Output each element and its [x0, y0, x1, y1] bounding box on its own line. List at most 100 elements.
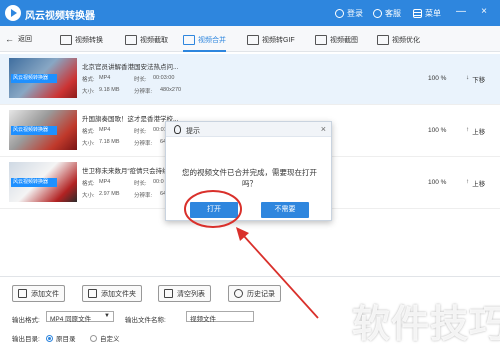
add-file-icon [18, 289, 27, 298]
thumbnail-caption: 风云视频转换器 [11, 126, 57, 135]
radio-custom-dir[interactable]: 自定义 [90, 333, 120, 343]
video-gif-icon [247, 35, 259, 45]
video-thumbnail: 风云视频转换器 [9, 58, 77, 98]
list-item[interactable]: 风云视频转换器 北京官员讲解香港国安法热点问... 格式: MP4 时长: 00… [0, 54, 500, 105]
duration-label: 时长: [134, 181, 147, 187]
output-format-label: 输出格式: [12, 317, 40, 324]
menu-icon [413, 9, 422, 18]
file-name: 北京官员讲解香港国安法热点问... [82, 64, 179, 71]
dialog-header: 提示 × [166, 122, 331, 137]
move-up-button[interactable]: ↑ 上移 [466, 126, 485, 136]
minimize-button[interactable]: — [455, 6, 467, 18]
dialog-close-button[interactable]: × [321, 124, 326, 134]
progress-percent: 100 % [428, 179, 447, 186]
format-value: MP4 [99, 179, 111, 185]
history-button[interactable]: 历史记录 [228, 285, 281, 302]
watermark: 软件技巧 [352, 304, 500, 346]
size-label: 大小: [82, 141, 95, 147]
tab-video-clip-label: 视频截取 [140, 37, 168, 44]
video-convert-icon [60, 35, 72, 45]
format-label: 格式: [82, 181, 95, 187]
output-dir-label: 输出目录: [12, 336, 40, 343]
support-link[interactable]: 客服 [373, 8, 401, 19]
chevron-down-icon: ▼ [104, 313, 110, 319]
back-arrow-icon: ← [5, 34, 14, 44]
tab-video-optimize-label: 视频优化 [392, 37, 420, 44]
resolution-value: 480x270 [160, 87, 182, 93]
duration-label: 时长: [134, 77, 147, 83]
radio-original-dir-label: 原目录 [56, 336, 76, 343]
app-title: 风云视频转换器 [25, 11, 95, 22]
merge-complete-dialog: 提示 × 您的视频文件已合并完成，需要现在打开 吗？ 打开 不需要 [165, 121, 332, 221]
output-format-select[interactable]: MP4 同原文件 ▼ [46, 311, 114, 323]
arrow-up-icon: ↑ [466, 178, 470, 185]
radio-unselected-icon [90, 334, 97, 342]
open-button[interactable]: 打开 [190, 202, 238, 218]
video-screenshot-icon [315, 35, 327, 45]
app-logo-icon [5, 5, 21, 21]
add-file-label: 添加文件 [31, 290, 59, 298]
tool-bar: ← 返回 视频转换 视频截取 视频合并 视频转GIF 视频截图 视频优化 [0, 26, 500, 52]
menu-label: 菜单 [425, 9, 441, 18]
history-label: 历史记录 [247, 290, 275, 298]
support-label: 客服 [385, 9, 401, 18]
arrow-up-icon: ↑ [466, 126, 470, 133]
video-thumbnail: 风云视频转换器 [9, 162, 77, 202]
duration-value: 00:0 [153, 179, 164, 185]
history-icon [234, 289, 243, 298]
tab-video-optimize[interactable]: 视频优化 [377, 32, 420, 48]
move-up-label: 上移 [472, 181, 486, 188]
tab-video-convert[interactable]: 视频转换 [60, 32, 103, 48]
not-needed-button[interactable]: 不需要 [261, 202, 309, 218]
close-window-button[interactable]: × [478, 6, 490, 18]
size-value: 9.18 MB [99, 87, 120, 93]
size-value: 7.18 MB [99, 139, 120, 145]
tab-video-screenshot-label: 视频截图 [330, 37, 358, 44]
title-bar: 风云视频转换器 登录 客服 菜单 — × [0, 0, 500, 26]
login-link[interactable]: 登录 [335, 8, 363, 19]
arrow-down-icon: ↓ [466, 74, 470, 81]
tab-video-convert-label: 视频转换 [75, 37, 103, 44]
progress-percent: 100 % [428, 75, 447, 82]
resolution-label: 分辨率: [134, 141, 153, 147]
tab-video-gif-label: 视频转GIF [262, 37, 295, 44]
file-name: 世卫称未来数月“疫情只会持续... [82, 168, 175, 175]
radio-custom-dir-label: 自定义 [100, 336, 120, 343]
move-down-button[interactable]: ↓ 下移 [466, 74, 485, 84]
format-label: 格式: [82, 129, 95, 135]
format-value: MP4 [99, 127, 111, 133]
radio-selected-icon [46, 334, 53, 342]
output-name-value: 视频文件 [190, 316, 216, 323]
login-label: 登录 [347, 9, 363, 18]
tab-video-merge-label: 视频合并 [198, 37, 226, 44]
video-optimize-icon [377, 35, 389, 45]
move-up-label: 上移 [472, 129, 486, 136]
output-name-input[interactable]: 视频文件 [186, 311, 254, 323]
format-value: MP4 [99, 75, 111, 81]
menu-link[interactable]: 菜单 [413, 8, 441, 19]
move-up-button[interactable]: ↑ 上移 [466, 178, 485, 188]
dialog-title: 提示 [186, 128, 200, 135]
add-folder-icon [88, 289, 97, 298]
format-label: 格式: [82, 77, 95, 83]
file-name: 升国旗奏国歌！这才是香港学校... [82, 116, 179, 123]
size-value: 2.97 MB [99, 191, 120, 197]
tab-video-clip[interactable]: 视频截取 [125, 32, 168, 48]
resolution-label: 分辨率: [134, 89, 153, 95]
video-merge-icon [183, 35, 195, 45]
tab-video-gif[interactable]: 视频转GIF [247, 32, 295, 48]
thumbnail-caption: 风云视频转换器 [11, 74, 57, 83]
tab-video-merge[interactable]: 视频合并 [183, 32, 226, 52]
radio-original-dir[interactable]: 原目录 [46, 333, 76, 343]
video-thumbnail: 风云视频转换器 [9, 110, 77, 150]
move-down-label: 下移 [472, 77, 486, 84]
resolution-label: 分辨率: [134, 193, 153, 199]
clear-list-button[interactable]: 清空列表 [158, 285, 211, 302]
size-label: 大小: [82, 89, 95, 95]
annotation-arrow-head [236, 227, 249, 241]
output-name-label: 输出文件名称: [125, 317, 166, 324]
add-file-button[interactable]: 添加文件 [12, 285, 65, 302]
add-folder-button[interactable]: 添加文件夹 [82, 285, 142, 302]
back-button[interactable]: ← 返回 [5, 34, 32, 44]
tab-video-screenshot[interactable]: 视频截图 [315, 32, 358, 48]
